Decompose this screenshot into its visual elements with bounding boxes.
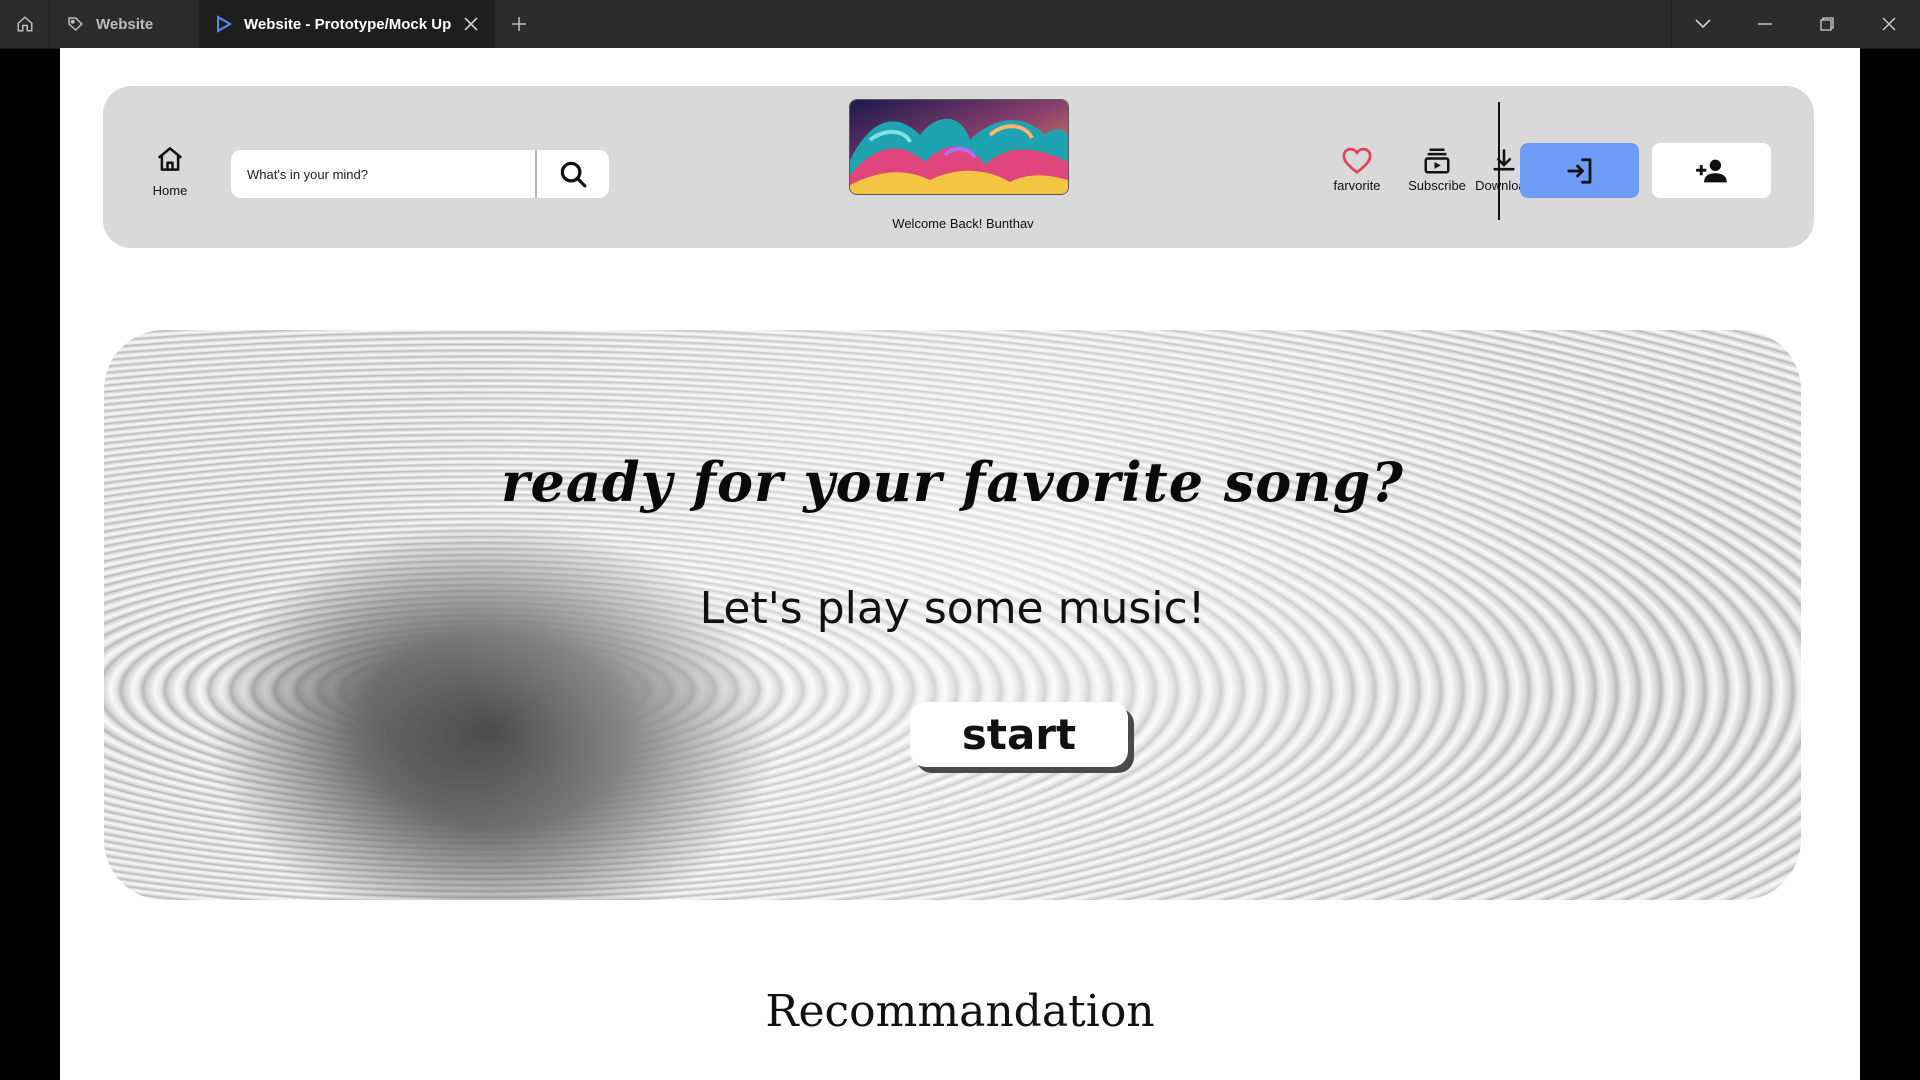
file-tag-icon <box>68 17 83 32</box>
nav-home-label: Home <box>152 183 188 198</box>
search-input[interactable] <box>231 150 535 198</box>
home-icon <box>17 16 32 32</box>
person-add-icon <box>1695 159 1727 182</box>
close-icon <box>464 17 478 31</box>
search-button[interactable] <box>535 150 609 198</box>
nav-subscribe[interactable]: Subscribe <box>1406 146 1468 193</box>
close-icon <box>1882 17 1896 31</box>
header-divider <box>1498 102 1500 220</box>
abstract-art-image <box>850 100 1068 194</box>
subscriptions-icon <box>1424 148 1450 174</box>
login-icon <box>1566 157 1591 184</box>
search-bar <box>231 150 609 198</box>
minimize-button[interactable] <box>1734 0 1796 48</box>
chevron-down-icon <box>1695 19 1711 29</box>
tab-list-button[interactable] <box>1672 0 1734 48</box>
start-button[interactable]: start <box>910 702 1128 767</box>
close-window-button[interactable] <box>1858 0 1920 48</box>
welcome-message: Welcome Back! Bunthav <box>892 216 1034 231</box>
app-home-button[interactable] <box>0 0 50 48</box>
signup-button[interactable] <box>1652 143 1771 198</box>
header-banner-image <box>849 99 1069 195</box>
tab-label: Website <box>96 15 154 33</box>
new-tab-button[interactable] <box>495 0 543 48</box>
download-icon <box>1493 149 1515 171</box>
play-icon <box>217 15 232 33</box>
restore-button[interactable] <box>1796 0 1858 48</box>
minimize-icon <box>1758 23 1772 25</box>
home-icon <box>157 147 183 171</box>
restore-icon <box>1820 17 1834 31</box>
nav-favorite[interactable]: farvorite <box>1328 146 1386 193</box>
login-button[interactable] <box>1520 143 1639 198</box>
tab-label: Website - Prototype/Mock Up <box>244 15 452 33</box>
hero-subtitle: Let's play some music! <box>699 583 1206 634</box>
tab-prototype[interactable]: Website - Prototype/Mock Up <box>200 0 495 48</box>
nav-favorite-label: farvorite <box>1333 178 1381 193</box>
heart-icon <box>1342 147 1372 174</box>
nav-subscribe-label: Subscribe <box>1408 178 1466 193</box>
nav-home[interactable]: Home <box>148 144 192 198</box>
recommendation-heading: Recommandation <box>765 986 1155 1037</box>
hero-banner: ready for your favorite song? Let's play… <box>104 330 1801 900</box>
tab-website[interactable]: Website <box>50 0 200 48</box>
hero-title: ready for your favorite song? <box>501 450 1404 514</box>
prototype-canvas: Home Welc <box>60 48 1860 1080</box>
plus-icon <box>512 17 526 31</box>
close-tab-button[interactable] <box>464 17 478 31</box>
title-bar: Website Website - Prototype/Mock Up <box>0 0 1920 49</box>
site-header: Home Welc <box>103 86 1814 248</box>
search-icon <box>560 161 587 188</box>
